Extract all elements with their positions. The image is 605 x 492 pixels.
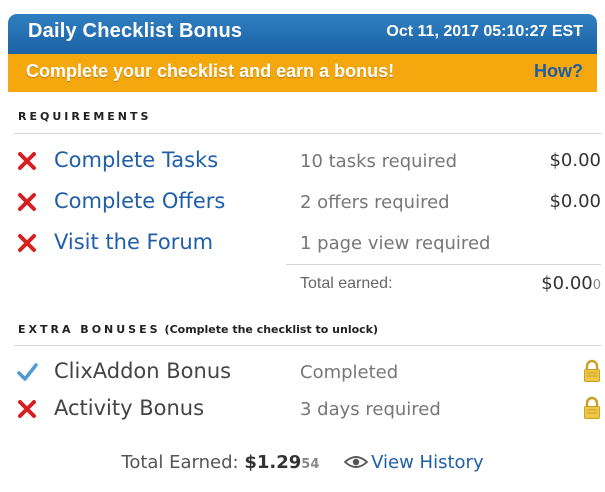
requirement-text: 10 tasks required <box>300 151 458 172</box>
lock-icon <box>584 359 600 382</box>
requirements-divider <box>14 133 601 134</box>
complete-tasks-link[interactable]: Complete Tasks <box>54 148 218 172</box>
footer-summary: Total Earned: $1.2954 View History <box>0 452 605 473</box>
extra-bonuses-divider <box>14 345 601 346</box>
clixaddon-bonus-label: ClixAddon Bonus <box>54 359 232 383</box>
x-icon <box>18 400 36 418</box>
requirement-amount: $0.00 <box>549 191 601 212</box>
requirements-total-row: Total earned: $0.000 <box>14 273 605 313</box>
header-title: Daily Checklist Bonus <box>28 20 243 42</box>
footer-total-label: Total Earned: <box>121 452 239 473</box>
requirement-row: Visit the Forum 1 page view required <box>14 226 605 264</box>
activity-bonus-label: Activity Bonus <box>54 396 205 420</box>
visit-forum-link[interactable]: Visit the Forum <box>54 230 213 254</box>
check-icon <box>17 363 38 381</box>
view-history-link[interactable]: View History <box>371 452 483 473</box>
bonus-status: Completed <box>300 362 399 383</box>
x-icon <box>18 234 36 252</box>
requirement-text: 2 offers required <box>300 192 450 213</box>
complete-offers-link[interactable]: Complete Offers <box>54 189 225 213</box>
requirement-amount: $0.00 <box>549 150 601 171</box>
total-divider <box>286 264 601 265</box>
bonus-row: Activity Bonus 3 days required <box>14 392 605 430</box>
requirement-text: 1 page view required <box>300 233 491 254</box>
checklist-header: Daily Checklist Bonus Oct 11, 2017 05:10… <box>8 14 597 54</box>
extra-bonuses-heading: EXTRA BONUSES (Complete the checklist to … <box>18 323 379 336</box>
lock-icon <box>584 396 600 419</box>
how-link[interactable]: How? <box>534 61 583 82</box>
footer-total-value: $1.2954 <box>244 452 320 473</box>
extra-bonuses-note: (Complete the checklist to unlock) <box>164 323 379 336</box>
x-icon <box>18 152 36 170</box>
bonus-banner: Complete your checklist and earn a bonus… <box>8 54 597 92</box>
eye-icon[interactable] <box>343 454 369 470</box>
total-earned-label: Total earned: <box>300 275 393 292</box>
x-icon <box>18 193 36 211</box>
total-earned-value: $0.000 <box>541 273 601 294</box>
requirement-row: Complete Offers 2 offers required $0.00 <box>14 185 605 223</box>
header-datetime: Oct 11, 2017 05:10:27 EST <box>386 23 583 40</box>
bonus-status: 3 days required <box>300 399 441 420</box>
bonus-row: ClixAddon Bonus Completed <box>14 355 605 393</box>
requirement-row: Complete Tasks 10 tasks required $0.00 <box>14 144 605 182</box>
banner-message: Complete your checklist and earn a bonus… <box>26 61 395 81</box>
requirements-heading: REQUIREMENTS <box>18 110 152 123</box>
